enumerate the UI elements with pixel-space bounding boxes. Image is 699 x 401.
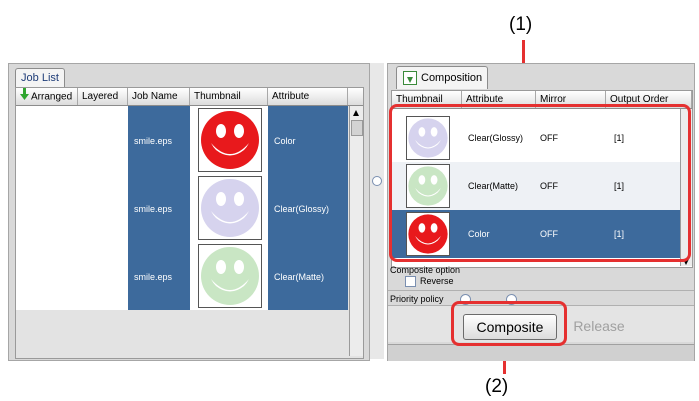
attribute-cell: Color (274, 136, 296, 146)
callout-2-label: (2) (485, 376, 509, 397)
scroll-up-arrow-icon[interactable] (353, 110, 359, 116)
smiley-icon (201, 111, 259, 169)
thumbnail-cell (198, 108, 262, 172)
column-thumbnail-label: Thumbnail (194, 91, 241, 102)
table-row[interactable]: smile.eps Color (16, 106, 348, 174)
job-name-cell: smile.eps (134, 272, 173, 282)
column-thumbnail[interactable]: Thumbnail (190, 88, 268, 105)
composite-option-label: Composite option (390, 265, 461, 275)
smiley-icon (201, 247, 259, 305)
tab-job-list[interactable]: Job List (15, 68, 65, 88)
smiley-face (201, 247, 259, 305)
tab-composition-label: Composition (421, 72, 483, 84)
thumbnail-cell (198, 244, 262, 308)
column-job-name-label: Job Name (132, 91, 178, 102)
tab-job-list-label: Job List (21, 72, 59, 84)
callout-1-label: (1) (509, 14, 533, 35)
attribute-cell: Clear(Glossy) (274, 204, 330, 214)
column-arranged[interactable]: Arranged (16, 88, 78, 105)
column-job-name[interactable]: Job Name (128, 88, 190, 105)
job-list-panel: Job List Arranged Layered Job Name Thumb… (8, 63, 370, 361)
priority-policy-label: Priority policy (390, 294, 444, 304)
composition-tab-icon (403, 71, 417, 86)
option-divider (388, 290, 694, 291)
highlight-box-1 (389, 104, 691, 262)
job-list-rows: smile.eps Color smile.eps Clear(Glossy) … (16, 106, 348, 310)
reverse-checkbox[interactable] (405, 276, 416, 287)
column-arranged-label: Arranged (31, 91, 73, 103)
smiley-icon (201, 179, 259, 237)
job-list-scrollbar[interactable] (349, 106, 363, 356)
column-attribute-label: Attribute (272, 91, 310, 102)
table-row[interactable]: smile.eps Clear(Glossy) (16, 174, 348, 242)
column-attribute[interactable]: Attribute (268, 88, 348, 105)
smiley-face (201, 179, 259, 237)
column-layered[interactable]: Layered (78, 88, 128, 105)
scrollbar-thumb[interactable] (351, 120, 363, 136)
panel-splitter[interactable] (370, 63, 384, 359)
job-list-table: Arranged Layered Job Name Thumbnail Attr… (15, 87, 364, 359)
splitter-handle-icon[interactable] (372, 176, 382, 186)
job-name-cell: smile.eps (134, 136, 173, 146)
status-area (388, 344, 694, 361)
thumbnail-cell (198, 176, 262, 240)
attribute-cell: Clear(Matte) (274, 272, 325, 282)
release-button[interactable]: Release (561, 314, 637, 338)
job-list-header: Arranged Layered Job Name Thumbnail Attr… (16, 88, 363, 106)
smiley-face (201, 111, 259, 169)
column-layered-label: Layered (82, 91, 119, 102)
job-name-cell: smile.eps (134, 204, 173, 214)
reverse-label: Reverse (420, 276, 454, 286)
tab-composition[interactable]: Composition (396, 66, 488, 89)
arrow-down-icon (20, 88, 29, 106)
highlight-box-2 (451, 301, 567, 346)
table-row[interactable]: smile.eps Clear(Matte) (16, 242, 348, 310)
